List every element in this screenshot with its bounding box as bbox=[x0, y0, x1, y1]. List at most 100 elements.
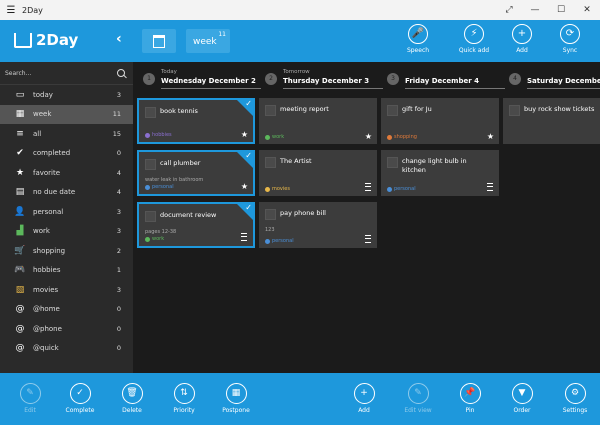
task-checkbox[interactable] bbox=[265, 157, 276, 168]
gamepad-icon: 🎮 bbox=[14, 265, 26, 276]
task-note: water leak in bathroom bbox=[145, 177, 204, 183]
task-checkbox[interactable] bbox=[387, 157, 398, 168]
hamburger-icon[interactable]: ☰ bbox=[0, 5, 22, 16]
postpone-button[interactable]: ▦ Postpone bbox=[216, 383, 256, 414]
sidebar-item-work[interactable]: ▟ work 3 bbox=[0, 222, 133, 242]
task-card[interactable]: book tennis hobbies ★ ✓ bbox=[137, 98, 255, 144]
plus-button[interactable]: + Add bbox=[500, 24, 544, 54]
sidebar-item--home[interactable]: @ @home 0 bbox=[0, 300, 133, 320]
day-header: 3 Friday December 4 bbox=[381, 68, 505, 92]
task-card[interactable]: call plumber water leak in bathroom person… bbox=[137, 150, 255, 196]
microphone-button[interactable]: 🎤 Speech bbox=[396, 24, 440, 54]
sidebar-item-count: 11 bbox=[112, 110, 121, 119]
search-box[interactable]: Search... bbox=[0, 62, 133, 85]
sidebar-item--phone[interactable]: @ @phone 0 bbox=[0, 319, 133, 339]
day-divider bbox=[283, 88, 383, 89]
task-card[interactable]: buy rock show tickets bbox=[503, 98, 600, 144]
all-icon: ≡ bbox=[16, 128, 24, 139]
sidebar-item-count: 0 bbox=[116, 344, 121, 353]
sidebar-item-count: 3 bbox=[116, 90, 121, 99]
sidebar-item-personal[interactable]: 👤 personal 3 bbox=[0, 202, 133, 222]
sidebar-item-label: @quick bbox=[33, 344, 59, 353]
task-card[interactable]: gift for Ju shopping ★ bbox=[381, 98, 499, 144]
maximize-button[interactable]: ☐ bbox=[548, 5, 574, 15]
category-dot-icon bbox=[387, 186, 392, 192]
day-relative-label: Tomorrow bbox=[283, 69, 310, 75]
delete-button[interactable]: 🗑 Delete bbox=[112, 383, 152, 414]
priority-button[interactable]: ⇅ Priority bbox=[164, 383, 204, 414]
search-input[interactable]: Search... bbox=[5, 70, 117, 77]
task-card[interactable]: meeting report work ★ bbox=[259, 98, 377, 144]
order-button[interactable]: ▼ Order bbox=[502, 383, 542, 414]
add-button[interactable]: + Add bbox=[344, 383, 384, 414]
sidebar-item-completed[interactable]: ✔ completed 0 bbox=[0, 144, 133, 164]
sidebar-item-all[interactable]: ≡ all 15 bbox=[0, 124, 133, 144]
sidebar-item-movies[interactable]: ▧ movies 3 bbox=[0, 280, 133, 300]
task-checkbox[interactable] bbox=[509, 105, 520, 116]
sidebar-item-count: 2 bbox=[116, 246, 121, 255]
sidebar-item--quick[interactable]: @ @quick 0 bbox=[0, 339, 133, 359]
task-card[interactable]: document review pages 12-38 work ✓ bbox=[137, 202, 255, 248]
favorite-star-icon[interactable]: ★ bbox=[487, 132, 494, 141]
sidebar-item-label: favorite bbox=[33, 168, 61, 177]
task-category: hobbies bbox=[145, 132, 172, 138]
edit-button[interactable]: ✎ Edit bbox=[10, 383, 50, 414]
collapse-sidebar-icon[interactable]: ‹ bbox=[116, 31, 122, 47]
app-logo: 2Day bbox=[14, 31, 78, 49]
minimize-button[interactable]: — bbox=[522, 5, 548, 15]
task-checkbox[interactable] bbox=[265, 105, 276, 116]
sidebar: Search... ▭ today 3 ▦ week 11 ≡ all 15 ✔ completed… bbox=[0, 62, 133, 373]
check-icon: ✔ bbox=[16, 148, 24, 159]
complete-button[interactable]: ✓ Complete bbox=[60, 383, 100, 414]
current-view-button[interactable]: week 11 bbox=[186, 29, 230, 53]
sidebar-item-no-due-date[interactable]: ▤ no due date 4 bbox=[0, 183, 133, 203]
sidebar-item-today[interactable]: ▭ today 3 bbox=[0, 85, 133, 105]
day-name: Friday December 4 bbox=[405, 77, 479, 85]
sidebar-item-favorite[interactable]: ★ favorite 4 bbox=[0, 163, 133, 183]
window-title: 2Day bbox=[22, 5, 43, 15]
sidebar-item-shopping[interactable]: 🛒 shopping 2 bbox=[0, 241, 133, 261]
task-checkbox[interactable] bbox=[387, 105, 398, 116]
favorite-star-icon[interactable]: ★ bbox=[241, 130, 248, 139]
category-dot-icon bbox=[265, 238, 270, 244]
task-checkbox[interactable] bbox=[265, 209, 276, 220]
sidebar-item-week[interactable]: ▦ week 11 bbox=[0, 104, 133, 124]
day-divider bbox=[405, 88, 505, 89]
sidebar-item-count: 3 bbox=[116, 227, 121, 236]
close-button[interactable]: ✕ bbox=[574, 5, 600, 15]
add-icon: + bbox=[353, 383, 375, 404]
task-card[interactable]: The Artist movies bbox=[259, 150, 377, 196]
category-dot-icon bbox=[145, 184, 150, 190]
sidebar-item-hobbies[interactable]: 🎮 hobbies 1 bbox=[0, 261, 133, 281]
sidebar-item-label: @home bbox=[33, 305, 60, 314]
selected-check-icon: ✓ bbox=[245, 203, 252, 212]
fullscreen-icon[interactable]: ⤢ bbox=[496, 5, 522, 15]
image-icon: ▧ bbox=[15, 284, 25, 295]
task-checkbox[interactable] bbox=[145, 159, 156, 170]
edit-view-button[interactable]: ✎ Edit view bbox=[398, 383, 438, 414]
week-icon: ▦ bbox=[15, 109, 25, 120]
lightning-button[interactable]: ⚡ Quick add bbox=[452, 24, 496, 54]
task-checkbox[interactable] bbox=[145, 211, 156, 222]
command-bar: ✎ Edit ✓ Complete 🗑 Delete ⇅ Priority ▦ Postpone +… bbox=[0, 373, 600, 425]
task-category-label: personal bbox=[394, 186, 416, 192]
pin-icon: 📌 bbox=[459, 383, 481, 404]
command-label: Pin bbox=[465, 407, 475, 414]
category-dot-icon bbox=[145, 132, 150, 138]
pin-button[interactable]: 📌 Pin bbox=[450, 383, 490, 414]
calendar-view-button[interactable] bbox=[142, 29, 176, 53]
calendar-icon: ▤ bbox=[15, 187, 25, 198]
sidebar-item-count: 3 bbox=[116, 207, 121, 216]
search-icon[interactable] bbox=[117, 69, 125, 77]
filter-icon: ▼ bbox=[511, 383, 533, 404]
settings-button[interactable]: ⚙ Settings bbox=[555, 383, 595, 414]
postpone-icon: ▦ bbox=[225, 383, 247, 404]
favorite-star-icon[interactable]: ★ bbox=[365, 132, 372, 141]
task-checkbox[interactable] bbox=[145, 107, 156, 118]
task-card[interactable]: pay phone bill 123 personal bbox=[259, 202, 377, 248]
task-category-label: shopping bbox=[394, 134, 417, 140]
window-titlebar: ☰ 2Day ⤢ — ☐ ✕ bbox=[0, 0, 600, 20]
favorite-star-icon[interactable]: ★ bbox=[241, 182, 248, 191]
task-card[interactable]: change light bulb in kitchen personal bbox=[381, 150, 499, 196]
sync-button[interactable]: ⟳ Sync bbox=[548, 24, 592, 54]
